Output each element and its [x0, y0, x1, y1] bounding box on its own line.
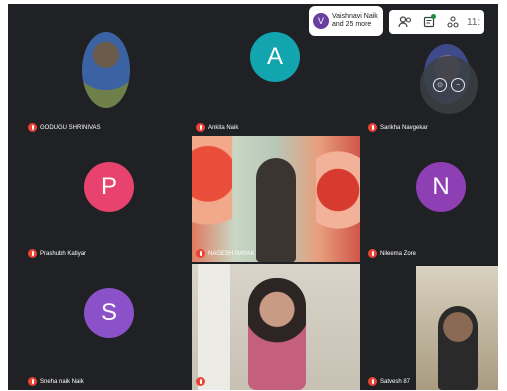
participant-tile-nagesh[interactable]: NAGESH NAYAK [192, 136, 360, 262]
participant-tile-video-woman[interactable] [192, 264, 360, 390]
name-tag: NAGESH NAYAK [196, 249, 254, 258]
minus-icon[interactable]: − [451, 78, 465, 92]
background-flowers [192, 136, 232, 262]
name-tag: Nileema Zore [368, 249, 416, 258]
participant-tile-prashubh[interactable]: P Prashubh Katiyar [24, 140, 192, 262]
name-tag: Ankita Naik [196, 123, 238, 132]
avatar-letter: A [250, 32, 300, 82]
participant-name: Satvesh 87 [380, 378, 411, 385]
chat-icon[interactable] [417, 10, 441, 34]
avatar-letter: P [84, 162, 134, 212]
name-tag: Sneha naik Naik [28, 377, 84, 386]
background-flowers [316, 146, 360, 256]
participant-name: Ankita Naik [208, 124, 239, 131]
participant-name: NAGESH NAYAK [208, 250, 255, 257]
participant-name: Prashubh Katiyar [40, 250, 87, 257]
participant-name: Sneha naik Naik [40, 378, 84, 385]
participant-tile-nileema[interactable]: N Nileema Zore [364, 140, 498, 262]
mic-off-icon [28, 377, 37, 386]
window-frame [198, 264, 230, 390]
clock: 11: [467, 16, 481, 28]
name-tag: Satvesh 87 [368, 377, 410, 386]
mic-off-icon [368, 123, 377, 132]
mic-off-icon [368, 249, 377, 258]
mic-off-icon [28, 123, 37, 132]
pin-icon[interactable]: ⊙ [433, 78, 447, 92]
participant-tile-sneha[interactable]: S Sneha naik Naik [24, 266, 192, 390]
meeting-grid: GODUGU SHRINIVAS A Ankita Naik Sarikha N… [8, 4, 498, 390]
person-silhouette [438, 306, 478, 390]
top-toolbar: 11: [389, 10, 485, 34]
notification-text: Vaishnavi Naik and 25 more [332, 13, 378, 29]
avatar-letter: N [416, 162, 466, 212]
mic-off-icon [368, 377, 377, 386]
people-icon[interactable] [393, 10, 417, 34]
participant-tile-godugu[interactable]: GODUGU SHRINIVAS [24, 30, 184, 136]
person-silhouette [248, 278, 306, 390]
mic-off-icon [196, 249, 205, 258]
avatar-letter: S [84, 288, 134, 338]
participant-name: Sarikha Navgekar [380, 124, 428, 131]
name-tag: GODUGU SHRINIVAS [28, 123, 101, 132]
notification-dot [431, 14, 436, 19]
mic-off-icon [28, 249, 37, 258]
mic-off-icon [196, 123, 205, 132]
join-notification[interactable]: V Vaishnavi Naik and 25 more [309, 6, 383, 36]
name-tag: Prashubh Katiyar [28, 249, 86, 258]
notification-line-2: and 25 more [332, 21, 372, 28]
activities-icon[interactable] [441, 10, 465, 34]
participant-name: Nileema Zore [380, 250, 417, 257]
mic-off-icon [196, 377, 205, 386]
avatar [82, 32, 130, 108]
participant-tile-satvesh[interactable]: Satvesh 87 [364, 266, 498, 390]
name-tag [196, 377, 208, 386]
participant-tile-ankita[interactable]: A Ankita Naik [192, 30, 360, 136]
avatar: V [313, 13, 329, 29]
tile-controls[interactable]: ⊙ − [420, 56, 478, 114]
name-tag: Sarikha Navgekar [368, 123, 428, 132]
person-silhouette [256, 158, 296, 262]
participant-name: GODUGU SHRINIVAS [40, 124, 101, 131]
notification-line-1: Vaishnavi Naik [332, 13, 378, 20]
